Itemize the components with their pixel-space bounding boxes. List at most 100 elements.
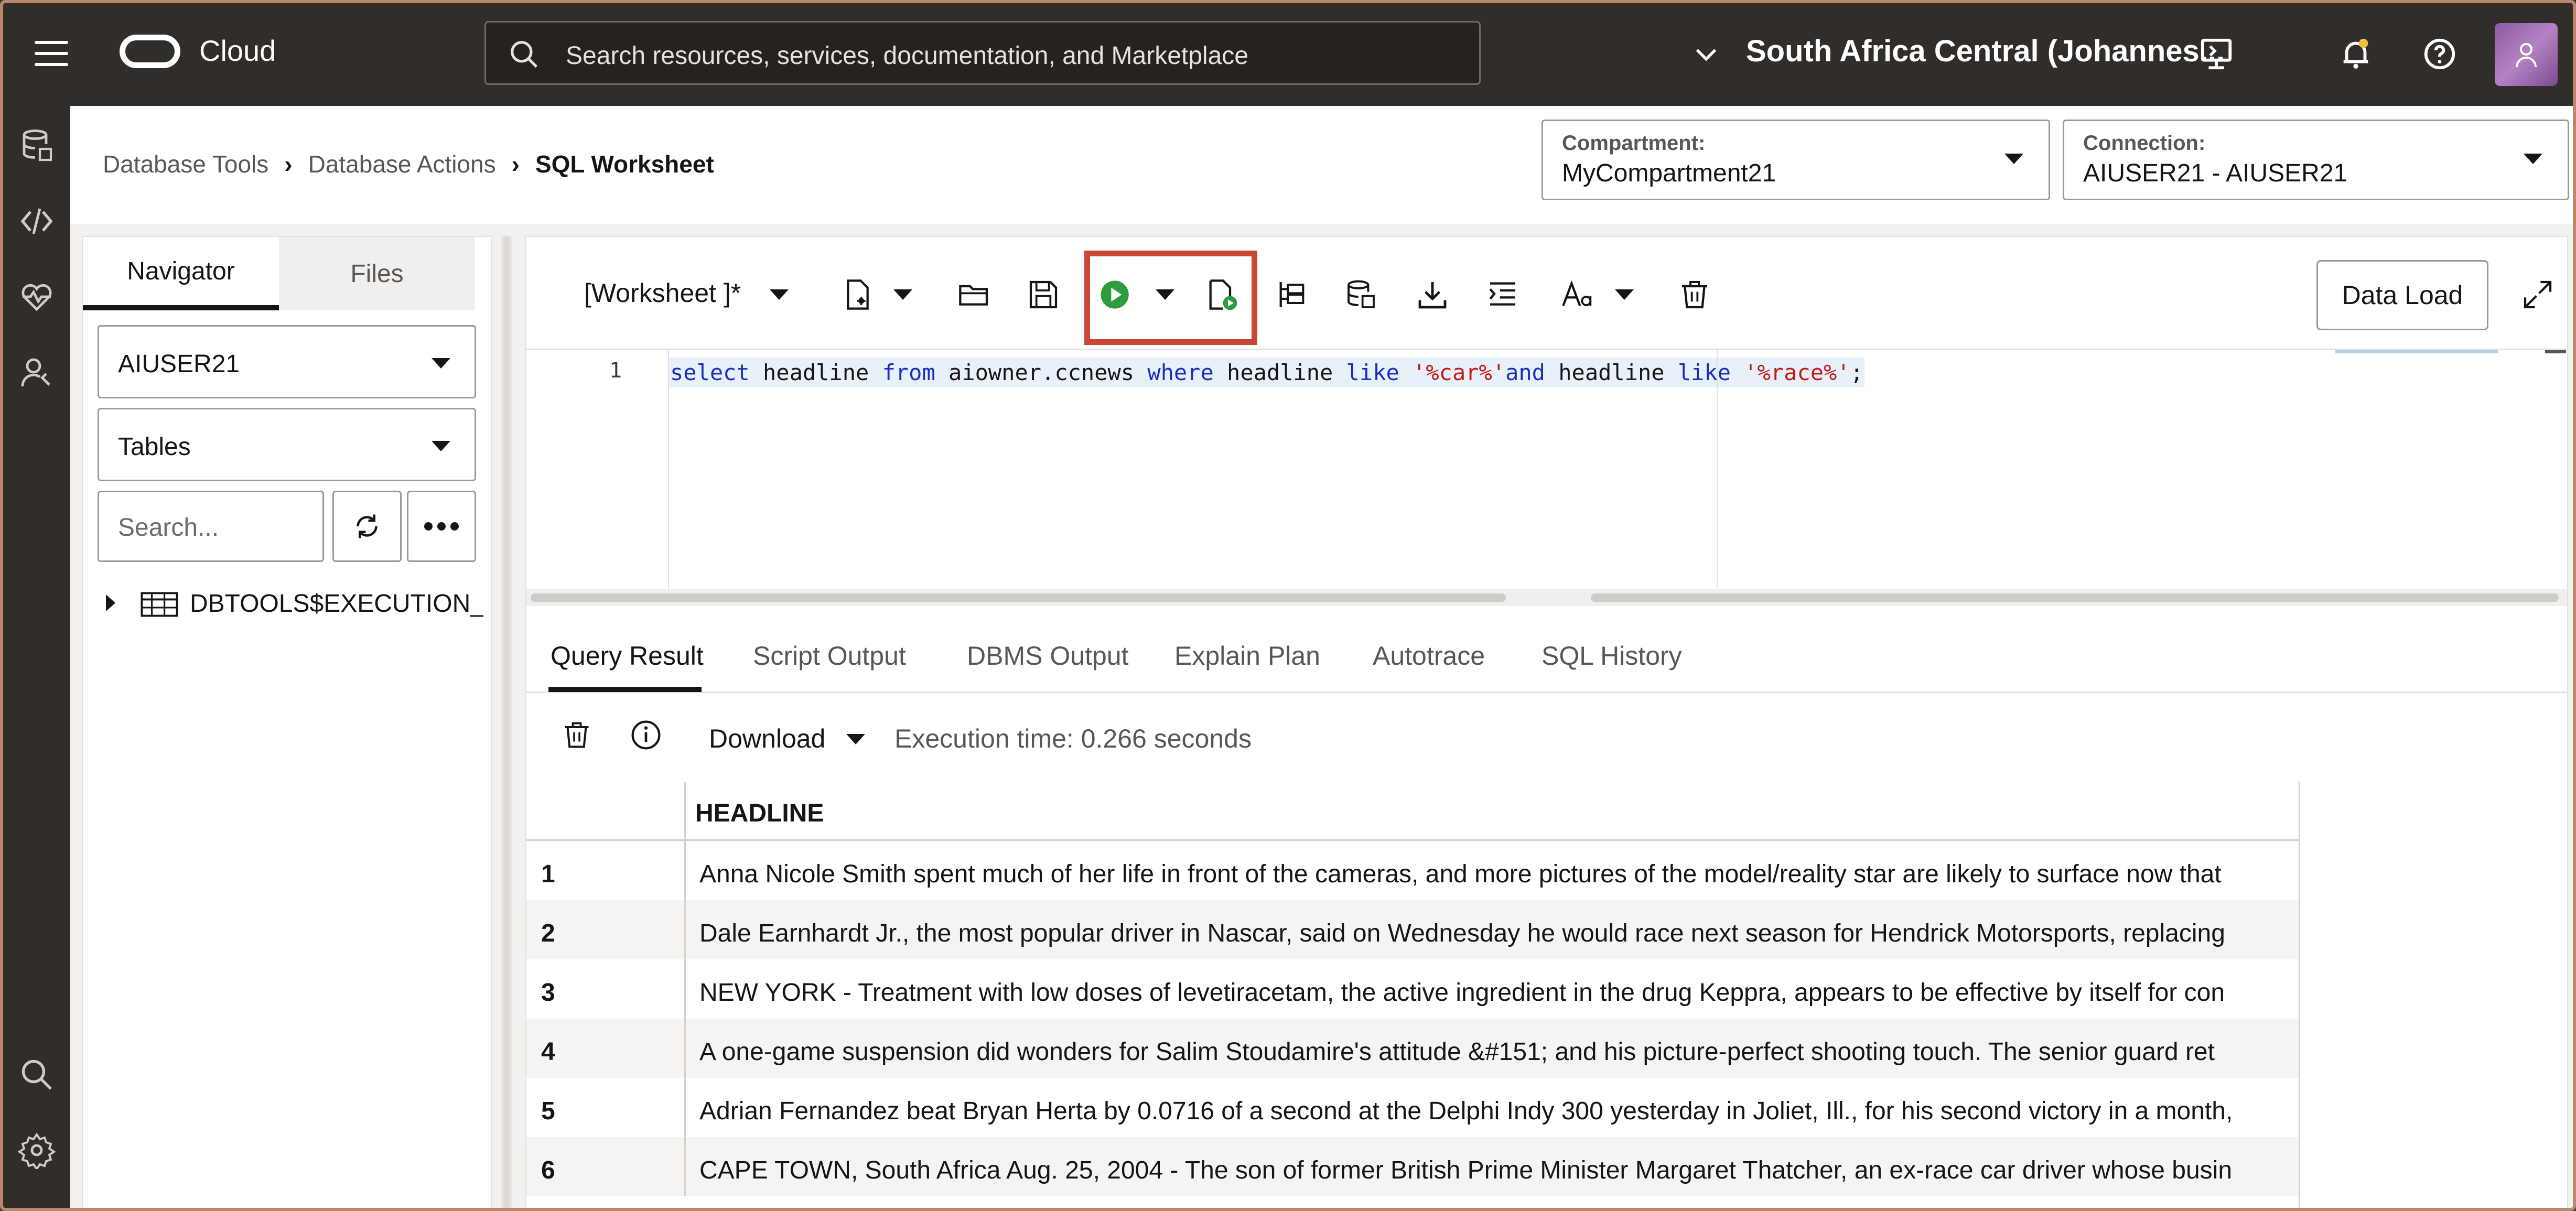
- hscroll-thumb[interactable]: [531, 593, 1506, 602]
- admin-icon[interactable]: [18, 353, 56, 391]
- row-number[interactable]: 5: [526, 1078, 686, 1137]
- navigator-search-input[interactable]: Search...: [98, 491, 324, 562]
- table-row[interactable]: 4A one-game suspension did wonders for S…: [526, 1019, 2299, 1078]
- explain-plan-icon[interactable]: [1275, 278, 1309, 311]
- caret-down-icon: [2524, 154, 2542, 164]
- hscroll-track[interactable]: [1591, 593, 2559, 602]
- worksheet-caret-icon[interactable]: [770, 289, 789, 300]
- table-row[interactable]: 1 Anna Nicole Smith spent much of her lif…: [526, 841, 2299, 900]
- save-icon[interactable]: [1027, 278, 1060, 311]
- row-number[interactable]: 1: [526, 841, 686, 900]
- new-worksheet-caret-icon[interactable]: [893, 289, 912, 300]
- worksheet-toolbar: [Worksheet ]* Data Load: [526, 237, 2567, 350]
- caret-down-icon: [2004, 154, 2023, 164]
- table-row[interactable]: 5 Adrian Fernandez beat Bryan Herta by 0.…: [526, 1078, 2299, 1137]
- font-case-icon[interactable]: [1560, 278, 1594, 311]
- breadcrumb-bar: Database Tools › Database Actions › SQL Work…: [70, 106, 2573, 224]
- format-indent-icon[interactable]: [1486, 278, 1519, 311]
- headline-cell[interactable]: CAPE TOWN, South Africa Aug. 25, 2004 - …: [686, 1137, 2299, 1196]
- breadcrumb-current: SQL Worksheet: [535, 150, 714, 178]
- headline-cell[interactable]: Adrian Fernandez beat Bryan Herta by 0.0…: [686, 1078, 2299, 1137]
- sql-code-line[interactable]: select headline from aiowner.ccnews wher…: [669, 358, 1864, 387]
- navigator-panel: Navigator Files AIUSER21 Tables Search..…: [82, 236, 492, 1208]
- open-folder-icon[interactable]: [957, 278, 991, 311]
- row-number[interactable]: 4: [526, 1019, 686, 1078]
- tab-navigator[interactable]: Navigator: [83, 237, 279, 310]
- headline-cell[interactable]: Anna Nicole Smith spent much of her life…: [686, 841, 2299, 900]
- compartment-value: MyCompartment21: [1562, 159, 1776, 187]
- compartment-select[interactable]: Compartment: MyCompartment21: [1542, 120, 2050, 200]
- oracle-logo[interactable]: [120, 35, 180, 68]
- connection-select[interactable]: Connection: AIUSER21 - AIUSER21: [2063, 120, 2569, 200]
- tab-files[interactable]: Files: [279, 237, 475, 310]
- row-number[interactable]: 3: [526, 959, 686, 1019]
- execution-time: Execution time: 0.266 seconds: [894, 724, 1252, 753]
- clear-trash-icon[interactable]: [1678, 278, 1711, 311]
- tab-script-output[interactable]: Script Output: [753, 641, 906, 671]
- data-load-button[interactable]: Data Load: [2316, 260, 2488, 330]
- font-case-caret-icon[interactable]: [1615, 289, 1634, 300]
- info-icon[interactable]: [629, 718, 663, 752]
- object-type-select[interactable]: Tables: [98, 408, 476, 481]
- headline-cell[interactable]: NEW YORK - Treatment with low doses of l…: [686, 959, 2299, 1019]
- table-row[interactable]: 3 NEW YORK - Treatment with low doses of …: [526, 959, 2299, 1019]
- help-icon[interactable]: [2421, 36, 2458, 72]
- panel-splitter[interactable]: [501, 236, 512, 1208]
- database-icon[interactable]: [18, 127, 56, 165]
- bell-icon[interactable]: [2337, 36, 2374, 72]
- tab-autotrace[interactable]: Autotrace: [1373, 641, 1485, 671]
- left-rail: [3, 106, 70, 1208]
- refresh-button[interactable]: [332, 491, 402, 562]
- menu-icon[interactable]: [35, 41, 68, 67]
- splitter-handle[interactable]: [503, 236, 510, 1208]
- line-number: 1: [609, 359, 622, 383]
- breadcrumb-database-actions[interactable]: Database Actions: [308, 150, 496, 178]
- worksheet-select[interactable]: [Worksheet ]*: [584, 278, 741, 308]
- headline-cell[interactable]: Dale Earnhardt Jr., the most popular dri…: [686, 900, 2299, 959]
- search-icon[interactable]: [18, 1056, 56, 1094]
- table-row[interactable]: 2 Dale Earnhardt Jr., the most popular dr…: [526, 900, 2299, 959]
- breadcrumb: Database Tools › Database Actions › SQL Work…: [103, 150, 714, 178]
- global-search-input[interactable]: Search resources, services, documentatio…: [484, 21, 1481, 85]
- sql-editor[interactable]: 1 select headline from aiowner.ccnews wh…: [526, 350, 2567, 606]
- cloud-shell-icon[interactable]: [2198, 36, 2235, 72]
- expand-icon[interactable]: [2521, 278, 2555, 311]
- tab-dbms-output[interactable]: DBMS Output: [967, 641, 1128, 671]
- chevron-down-icon[interactable]: [1693, 41, 1720, 68]
- new-worksheet-icon[interactable]: [841, 278, 875, 311]
- editor-hscrollbar[interactable]: [526, 589, 2567, 606]
- tab-sql-history[interactable]: SQL History: [1542, 641, 1682, 671]
- expand-caret-icon[interactable]: [106, 594, 115, 611]
- download-results-select[interactable]: Download: [709, 723, 825, 754]
- breadcrumb-database-tools[interactable]: Database Tools: [103, 150, 268, 178]
- monitoring-icon[interactable]: [18, 278, 56, 316]
- editor-ruler: [1717, 350, 1718, 606]
- user-icon: [2516, 43, 2537, 68]
- results-grid: HEADLINE 1 Anna Nicole Smith spent much o…: [526, 782, 2299, 1208]
- download-caret-icon[interactable]: [846, 734, 865, 744]
- settings-gear-icon[interactable]: [18, 1131, 56, 1169]
- schema-select[interactable]: AIUSER21: [98, 325, 476, 398]
- row-number[interactable]: 6: [526, 1137, 686, 1196]
- autotrace-icon[interactable]: [1344, 278, 1378, 311]
- column-header-headline[interactable]: HEADLINE: [695, 799, 824, 828]
- tree-item-table[interactable]: DBTOOLS$EXECUTION_: [106, 583, 483, 625]
- more-options-button[interactable]: [407, 491, 476, 562]
- brand-name[interactable]: Cloud: [199, 34, 276, 68]
- download-icon[interactable]: [1416, 278, 1449, 311]
- sql-token: '%race%': [1744, 360, 1850, 385]
- tab-explain-plan[interactable]: Explain Plan: [1174, 641, 1320, 671]
- schema-value: AIUSER21: [118, 350, 240, 378]
- code-icon[interactable]: [18, 202, 56, 240]
- region-selector[interactable]: South Africa Central (Johannes...: [1746, 34, 2225, 69]
- clear-results-trash-icon[interactable]: [561, 718, 592, 752]
- tab-query-result[interactable]: Query Result: [551, 641, 704, 671]
- headline-cell[interactable]: A one-game suspension did wonders for Sa…: [686, 1019, 2299, 1078]
- sql-token: from: [882, 360, 935, 385]
- table-row[interactable]: 6 CAPE TOWN, South Africa Aug. 25, 2004 -…: [526, 1137, 2299, 1196]
- caret-down-icon: [432, 441, 450, 451]
- row-number[interactable]: 2: [526, 900, 686, 959]
- breadcrumb-separator: ›: [511, 150, 520, 178]
- user-avatar[interactable]: [2495, 23, 2558, 86]
